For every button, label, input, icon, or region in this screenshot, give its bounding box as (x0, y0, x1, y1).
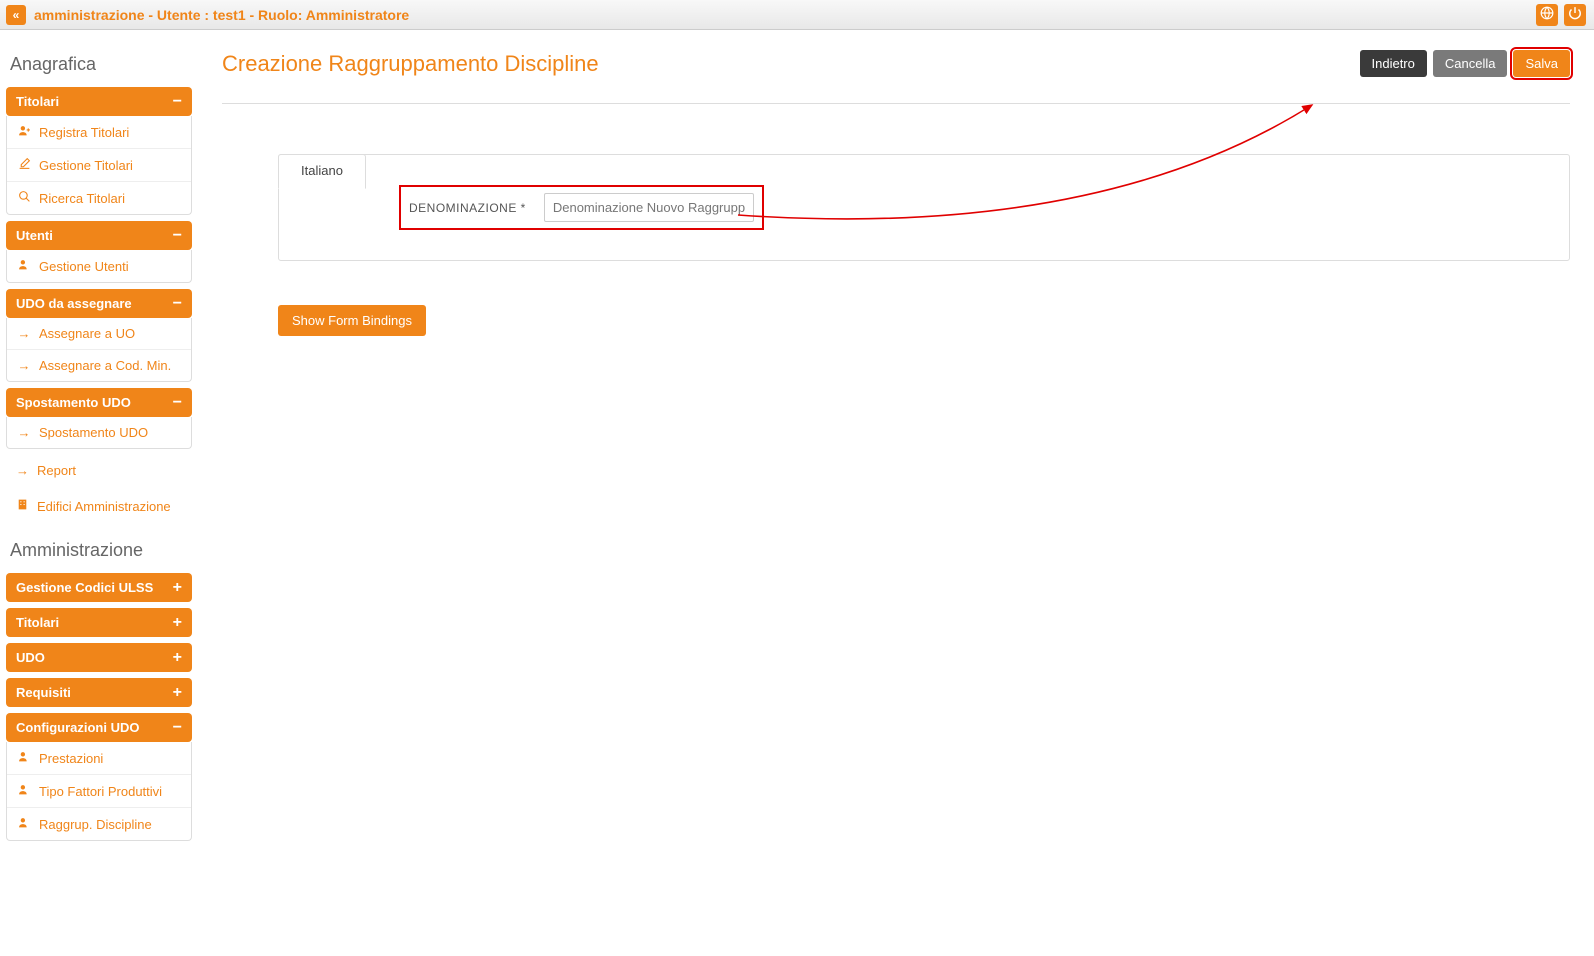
plus-icon: + (173, 652, 182, 664)
cancel-button[interactable]: Cancella (1433, 50, 1508, 77)
power-button[interactable] (1564, 4, 1586, 26)
nav-header-udo[interactable]: UDO + (6, 643, 192, 672)
nav-item-assegnare-uo[interactable]: → Assegnare a UO (7, 318, 191, 350)
search-icon (17, 190, 31, 206)
nav-item-gestione-utenti[interactable]: Gestione Utenti (7, 250, 191, 282)
nav-group-config-udo: Configurazioni UDO − Prestazioni Tipo Fa… (6, 713, 192, 841)
minus-icon: − (173, 397, 182, 409)
power-icon (1568, 6, 1582, 23)
nav-group-utenti: Utenti − Gestione Utenti (6, 221, 192, 283)
nav-header-requisiti[interactable]: Requisiti + (6, 678, 192, 707)
save-button[interactable]: Salva (1513, 50, 1570, 77)
nav-item-spostamento-udo[interactable]: → Spostamento UDO (7, 417, 191, 448)
nav-item-raggrup-discipline[interactable]: Raggrup. Discipline (7, 808, 191, 840)
sidebar: Anagrafica Titolari − Registra Titolari (0, 30, 198, 956)
section-heading-amministrazione: Amministrazione (10, 540, 188, 561)
nav-header-udo-assegnare[interactable]: UDO da assegnare − (6, 289, 192, 318)
app-title: amministrazione - Utente : test1 - Ruolo… (34, 7, 409, 23)
plus-icon: + (173, 687, 182, 699)
nav-header-spostamento[interactable]: Spostamento UDO − (6, 388, 192, 417)
nav-group-titolari: Titolari − Registra Titolari Gestione Ti… (6, 87, 192, 215)
arrow-right-icon: → (17, 358, 31, 373)
arrow-right-icon: → (17, 425, 31, 440)
user-plus-icon (17, 124, 31, 140)
show-form-bindings-button[interactable]: Show Form Bindings (278, 305, 426, 336)
edit-icon (17, 157, 31, 173)
nav-item-ricerca-titolari[interactable]: Ricerca Titolari (7, 182, 191, 214)
nav-group-udo: UDO + (6, 643, 192, 672)
main-content: Creazione Raggruppamento Discipline Indi… (198, 30, 1594, 956)
nav-item-assegnare-cod-min[interactable]: → Assegnare a Cod. Min. (7, 350, 191, 381)
nav-item-edifici[interactable]: Edifici Amministrazione (6, 490, 192, 522)
globe-button[interactable] (1536, 4, 1558, 26)
back-button[interactable]: Indietro (1360, 50, 1427, 77)
nav-group-requisiti: Requisiti + (6, 678, 192, 707)
nav-header-gestione-ulss[interactable]: Gestione Codici ULSS + (6, 573, 192, 602)
denominazione-label: DENOMINAZIONE * (409, 201, 526, 215)
user-icon (17, 750, 31, 766)
nav-item-gestione-titolari[interactable]: Gestione Titolari (7, 149, 191, 182)
nav-item-report[interactable]: → Report (6, 455, 192, 486)
tab-italiano[interactable]: Italiano (278, 154, 366, 189)
form-panel: Italiano DENOMINAZIONE * (278, 154, 1570, 261)
user-icon (17, 258, 31, 274)
section-heading-anagrafica: Anagrafica (10, 54, 188, 75)
globe-icon (1540, 6, 1554, 23)
page-title: Creazione Raggruppamento Discipline (222, 51, 599, 77)
nav-group-gestione-ulss: Gestione Codici ULSS + (6, 573, 192, 602)
nav-item-prestazioni[interactable]: Prestazioni (7, 742, 191, 775)
denominazione-input[interactable] (544, 193, 754, 222)
building-icon (16, 498, 29, 514)
plus-icon: + (173, 617, 182, 629)
arrow-right-icon: → (17, 326, 31, 341)
user-icon (17, 816, 31, 832)
nav-header-utenti[interactable]: Utenti − (6, 221, 192, 250)
chevron-left-icon: « (13, 8, 20, 22)
sidebar-collapse-button[interactable]: « (6, 5, 26, 25)
topbar-actions (1536, 4, 1586, 26)
nav-group-spostamento: Spostamento UDO − → Spostamento UDO (6, 388, 192, 449)
user-icon (17, 783, 31, 799)
nav-item-registra-titolari[interactable]: Registra Titolari (7, 116, 191, 149)
page-header: Creazione Raggruppamento Discipline Indi… (222, 50, 1570, 104)
denominazione-row-highlight: DENOMINAZIONE * (399, 185, 764, 230)
top-bar: « amministrazione - Utente : test1 - Ruo… (0, 0, 1594, 30)
minus-icon: − (173, 230, 182, 242)
nav-header-titolari[interactable]: Titolari − (6, 87, 192, 116)
arrow-right-icon: → (16, 463, 29, 478)
plus-icon: + (173, 582, 182, 594)
nav-header-titolari2[interactable]: Titolari + (6, 608, 192, 637)
minus-icon: − (173, 298, 182, 310)
nav-header-config-udo[interactable]: Configurazioni UDO − (6, 713, 192, 742)
minus-icon: − (173, 96, 182, 108)
minus-icon: − (173, 722, 182, 734)
nav-item-tipo-fattori[interactable]: Tipo Fattori Produttivi (7, 775, 191, 808)
page-actions: Indietro Cancella Salva (1360, 50, 1571, 77)
nav-group-udo-assegnare: UDO da assegnare − → Assegnare a UO → As… (6, 289, 192, 382)
nav-group-titolari2: Titolari + (6, 608, 192, 637)
